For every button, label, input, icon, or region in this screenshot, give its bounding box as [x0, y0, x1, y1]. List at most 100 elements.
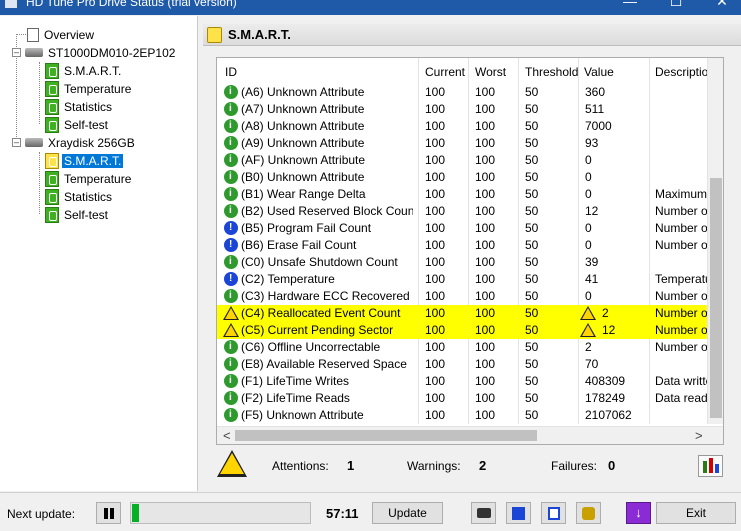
ok-status-icon	[224, 340, 238, 354]
table-row[interactable]: (B5) Program Fail Count 100 100 50 0 Number o…	[217, 220, 709, 237]
minimize-button[interactable]: —	[620, 0, 640, 13]
cell-id: (E8) Available Reserved Space	[241, 357, 407, 371]
close-button[interactable]: ✕	[712, 0, 732, 13]
save-icon	[512, 507, 525, 520]
attentions-label: Attentions:	[272, 459, 329, 473]
cell-id: (B1) Wear Range Delta	[241, 187, 366, 201]
copy-button[interactable]	[541, 502, 566, 524]
cell-description: Maximum d	[655, 187, 709, 201]
maximize-button[interactable]: ☐	[666, 0, 686, 13]
table-row[interactable]: (B6) Erase Fail Count 100 100 50 0 Number of …	[217, 237, 709, 254]
collapse-toggle[interactable]: –	[12, 48, 21, 57]
options-button[interactable]	[576, 502, 601, 524]
cell-worst: 100	[475, 306, 496, 320]
cell-worst: 100	[475, 238, 496, 252]
tree-item-disk1-smart[interactable]: S.M.A.R.T.	[45, 61, 123, 79]
tree-item-disk2-selftest[interactable]: Self-test	[45, 205, 110, 223]
ok-status-icon	[224, 374, 238, 388]
cell-value: 12	[602, 323, 616, 337]
tree-item-disk1[interactable]: ST1000DM010-2EP102	[25, 43, 177, 61]
table-row[interactable]: (C6) Offline Uncorrectable 100 100 50 2 Numbe…	[217, 339, 709, 356]
tree-item-disk1-selftest[interactable]: Self-test	[45, 115, 110, 133]
collapse-toggle[interactable]: –	[12, 138, 21, 147]
device-tree[interactable]: Overview – ST1000DM010-2EP102 S.M.A.R.T.…	[0, 16, 198, 491]
table-row[interactable]: (AF) Unknown Attribute 100 100 50 0	[217, 152, 709, 169]
column-header-value[interactable]: Value	[584, 65, 614, 79]
table-row[interactable]: (C4) Reallocated Event Count 100 100 50 2 Num…	[217, 305, 709, 322]
column-header-threshold[interactable]: Threshold	[525, 65, 578, 79]
table-row[interactable]: (B2) Used Reserved Block Count 100 100 50 12…	[217, 203, 709, 220]
cell-id: (F1) LifeTime Writes	[241, 374, 350, 388]
cell-threshold: 50	[525, 153, 539, 167]
save-button[interactable]	[506, 502, 531, 524]
cell-value: 511	[585, 102, 605, 116]
column-header-current[interactable]: Current	[425, 65, 465, 79]
horizontal-scrollbar[interactable]: < >	[217, 426, 723, 444]
smart-table[interactable]: ID Current Worst Threshold Value Descrip…	[216, 57, 724, 445]
thermometer-icon	[45, 80, 59, 97]
column-header-id[interactable]: ID	[225, 65, 237, 79]
table-row[interactable]: (A7) Unknown Attribute 100 100 50 511	[217, 101, 709, 118]
chart-button[interactable]	[698, 455, 723, 477]
info-status-icon	[224, 221, 238, 235]
tree-item-disk2-statistics[interactable]: Statistics	[45, 187, 114, 205]
bar-chart-icon	[703, 461, 707, 473]
table-row[interactable]: (C5) Current Pending Sector 100 100 50 12 Num…	[217, 322, 709, 339]
tree-item-disk1-temperature[interactable]: Temperature	[45, 79, 133, 97]
tree-item-overview[interactable]: Overview	[27, 25, 96, 43]
cell-threshold: 50	[525, 340, 539, 354]
tree-item-disk2-temperature[interactable]: Temperature	[45, 169, 133, 187]
exit-button[interactable]: Exit	[656, 502, 736, 524]
cell-worst: 100	[475, 374, 496, 388]
table-row[interactable]: (E8) Available Reserved Space 100 100 50 70	[217, 356, 709, 373]
cell-worst: 100	[475, 357, 496, 371]
scroll-thumb[interactable]	[235, 430, 537, 441]
hard-disk-icon	[25, 48, 43, 58]
table-row[interactable]: (F5) Unknown Attribute 100 100 50 2107062	[217, 407, 709, 424]
ok-status-icon	[224, 408, 238, 422]
update-progress	[130, 502, 311, 524]
cell-id: (C3) Hardware ECC Recovered	[241, 289, 410, 303]
cell-value: 0	[585, 221, 592, 235]
vertical-scrollbar[interactable]	[707, 58, 723, 424]
cell-value: 360	[585, 85, 606, 99]
document-icon	[27, 27, 39, 42]
attentions-count: 1	[347, 458, 355, 473]
title-bar: HD Tune Pro Drive Status (trial version)…	[0, 0, 741, 15]
cell-value: 408309	[585, 374, 626, 388]
column-header-worst[interactable]: Worst	[475, 65, 506, 79]
warnings-label: Warnings:	[407, 459, 461, 473]
countdown-timer: 57:11	[326, 506, 359, 521]
tree-item-label: Overview	[44, 27, 95, 42]
table-row[interactable]: (F1) LifeTime Writes 100 100 50 408309 Data w…	[217, 373, 709, 390]
table-row[interactable]: (B1) Wear Range Delta 100 100 50 0 Maximum d	[217, 186, 709, 203]
table-row[interactable]: (A8) Unknown Attribute 100 100 50 7000	[217, 118, 709, 135]
scroll-right-icon[interactable]: >	[695, 428, 703, 443]
download-button[interactable]: ↓	[626, 502, 651, 524]
table-row[interactable]: (C0) Unsafe Shutdown Count 100 100 50 39	[217, 254, 709, 271]
cell-description: Data read:	[655, 391, 709, 405]
update-button[interactable]: Update	[372, 502, 443, 524]
table-row[interactable]: (A9) Unknown Attribute 100 100 50 93	[217, 135, 709, 152]
ok-status-icon	[224, 187, 238, 201]
cell-threshold: 50	[525, 119, 539, 133]
pause-button[interactable]	[96, 502, 121, 524]
cell-threshold: 50	[525, 204, 539, 218]
table-row[interactable]: (F2) LifeTime Reads 100 100 50 178249 Data re…	[217, 390, 709, 407]
scroll-thumb[interactable]	[710, 178, 722, 418]
cell-worst: 100	[475, 221, 496, 235]
cell-threshold: 50	[525, 289, 539, 303]
screenshot-button[interactable]	[471, 502, 496, 524]
table-row[interactable]: (C2) Temperature 100 100 50 41 Temperatur	[217, 271, 709, 288]
summary-bar: Attentions: 1 Warnings: 2 Failures: 0	[203, 446, 741, 486]
warning-icon	[223, 323, 239, 337]
table-row[interactable]: (A6) Unknown Attribute 100 100 50 360	[217, 84, 709, 101]
tree-item-disk1-statistics[interactable]: Statistics	[45, 97, 114, 115]
tree-item-disk2[interactable]: Xraydisk 256GB	[25, 133, 137, 151]
scroll-left-icon[interactable]: <	[223, 428, 231, 443]
table-row[interactable]: (C3) Hardware ECC Recovered 100 100 50 0 Numb…	[217, 288, 709, 305]
tree-item-disk2-smart[interactable]: S.M.A.R.T.	[45, 151, 124, 169]
cell-id: (A9) Unknown Attribute	[241, 136, 365, 150]
cell-value: 39	[585, 255, 599, 269]
table-row[interactable]: (B0) Unknown Attribute 100 100 50 0	[217, 169, 709, 186]
